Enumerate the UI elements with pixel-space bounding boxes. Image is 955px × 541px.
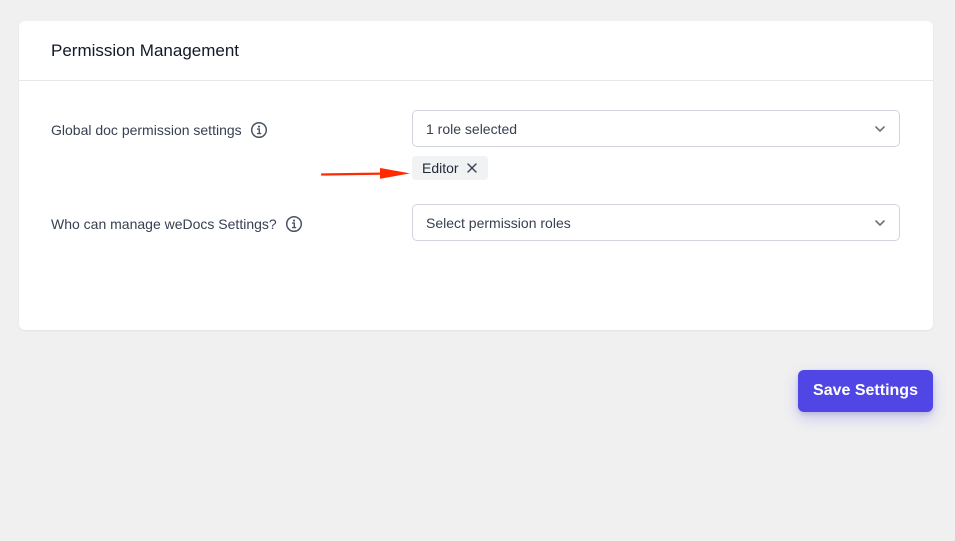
manage-settings-row-label: Who can manage weDocs Settings?	[51, 215, 303, 233]
selected-role-tag-label: Editor	[422, 160, 459, 176]
manage-settings-label: Who can manage weDocs Settings?	[51, 216, 277, 232]
panel-title: Permission Management	[51, 41, 240, 60]
chevron-down-icon	[873, 122, 887, 136]
close-icon[interactable]	[466, 163, 477, 173]
manage-settings-select-placeholder: Select permission roles	[426, 214, 571, 231]
selected-role-tag: Editor	[412, 156, 488, 180]
global-doc-permission-select[interactable]: 1 role selected	[412, 110, 900, 147]
chevron-down-icon	[873, 216, 887, 230]
manage-settings-select[interactable]: Select permission roles	[412, 204, 900, 241]
panel-header: Permission Management	[19, 21, 933, 81]
info-icon[interactable]	[250, 121, 268, 139]
arrow-right-icon	[320, 168, 410, 179]
save-settings-button[interactable]: Save Settings	[798, 370, 933, 412]
global-doc-permission-row-label: Global doc permission settings	[51, 121, 268, 139]
permission-management-panel: Permission Management Global doc permiss…	[19, 21, 933, 330]
global-doc-permission-select-value: 1 role selected	[426, 120, 518, 137]
global-doc-permission-label: Global doc permission settings	[51, 122, 242, 138]
info-icon[interactable]	[285, 215, 303, 233]
